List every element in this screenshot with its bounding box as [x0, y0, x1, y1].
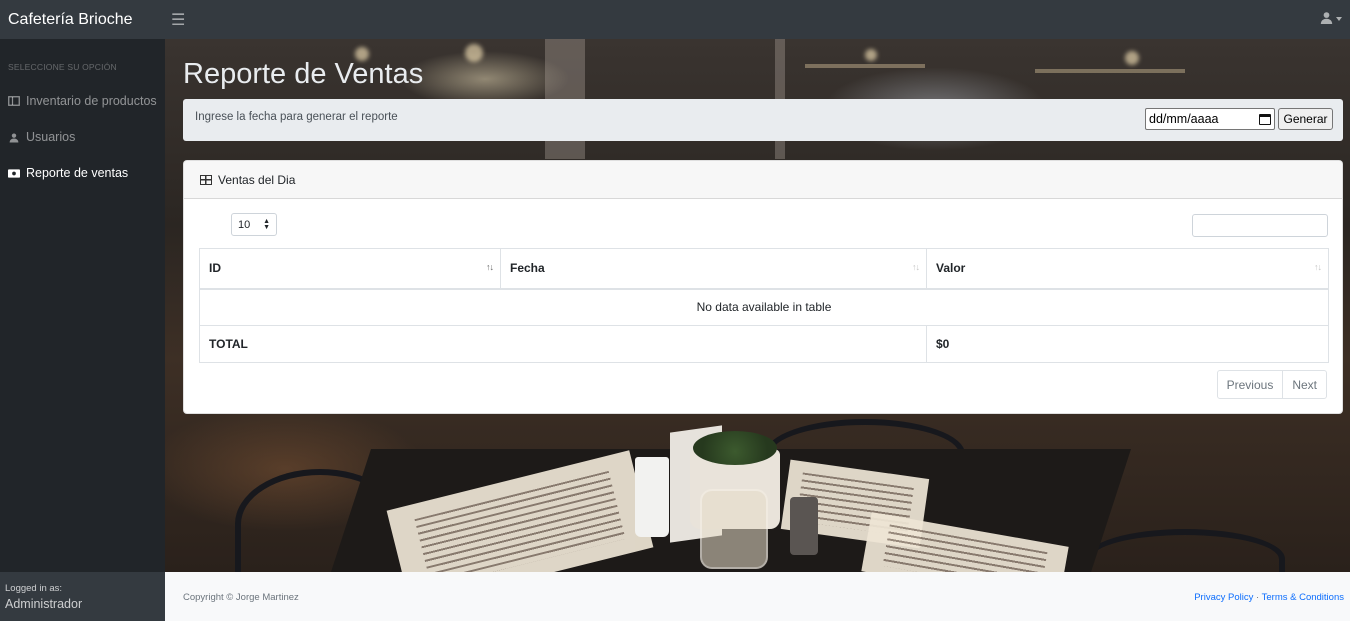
- table-header-row: ID ↑↓ Fecha ↑↓ Valor ↑↓: [199, 248, 1329, 290]
- user-menu-dropdown[interactable]: [1320, 11, 1342, 24]
- calendar-icon[interactable]: [1259, 113, 1271, 125]
- sidebar-item-inventario[interactable]: Inventario de productos: [8, 94, 157, 108]
- table-icon: [200, 174, 212, 185]
- sales-table: ID ↑↓ Fecha ↑↓ Valor ↑↓ No data availabl…: [199, 248, 1329, 363]
- page-length-value: 10: [238, 218, 251, 231]
- total-row: TOTAL $0: [199, 325, 1329, 363]
- brand-title[interactable]: Cafetería Brioche: [0, 11, 165, 29]
- table-row: No data available in table: [199, 288, 1329, 326]
- logged-in-label: Logged in as:: [5, 583, 63, 594]
- next-button[interactable]: Next: [1282, 371, 1326, 398]
- user-icon: [1320, 12, 1333, 24]
- footer-separator: ·: [1255, 592, 1260, 603]
- sidebar-heading: SELECCIONE SU OPCIÓN: [8, 62, 117, 72]
- logged-in-user: Administrador: [5, 597, 83, 611]
- sidebar-item-label: Reporte de ventas: [26, 166, 129, 180]
- column-header-valor[interactable]: Valor ↑↓: [926, 248, 1329, 290]
- page-length-select[interactable]: 10 ▲ ▼: [231, 213, 277, 236]
- date-hint-text: Ingrese la fecha para generar el reporte: [195, 111, 398, 123]
- sidebar-item-usuarios[interactable]: Usuarios: [8, 130, 75, 144]
- date-filter-bar: Ingrese la fecha para generar el reporte…: [183, 99, 1343, 141]
- page-title: Reporte de Ventas: [183, 58, 424, 90]
- top-navbar: Cafetería Brioche ☰: [0, 0, 1350, 39]
- search-input[interactable]: [1192, 214, 1328, 237]
- columns-icon: [8, 96, 20, 106]
- sort-icon: ↑↓: [486, 262, 494, 272]
- copyright-text: Copyright © Jorge Martinez: [183, 592, 299, 603]
- terms-link[interactable]: Terms & Conditions: [1262, 592, 1344, 603]
- sidebar-item-label: Inventario de productos: [26, 94, 157, 108]
- empty-table-message: No data available in table: [199, 288, 1329, 326]
- total-label: TOTAL: [199, 325, 927, 363]
- card-header: Ventas del Dia: [184, 161, 1342, 199]
- column-header-fecha[interactable]: Fecha ↑↓: [500, 248, 927, 290]
- menu-toggle-icon[interactable]: ☰: [171, 10, 185, 30]
- page-footer: Copyright © Jorge Martinez Privacy Polic…: [165, 572, 1350, 621]
- select-arrows-icon: ▲ ▼: [263, 217, 270, 231]
- money-icon: [8, 168, 20, 178]
- generate-button[interactable]: Generar: [1278, 108, 1333, 130]
- sidebar: SELECCIONE SU OPCIÓN Inventario de produ…: [0, 39, 165, 621]
- footer-links: Privacy Policy · Terms & Conditions: [1194, 592, 1344, 603]
- sort-icon: ↑↓: [1314, 262, 1322, 272]
- sort-icon: ↑↓: [912, 262, 920, 272]
- sales-card: Ventas del Dia 10 ▲ ▼ ID ↑↓ Fecha ↑↓ Valo…: [183, 160, 1343, 414]
- privacy-policy-link[interactable]: Privacy Policy: [1194, 592, 1253, 603]
- total-value: $0: [926, 325, 1329, 363]
- chevron-down-icon: [1336, 16, 1342, 21]
- sidebar-item-reporte-ventas[interactable]: Reporte de ventas: [8, 166, 128, 180]
- sidebar-footer: Logged in as: Administrador: [0, 572, 165, 621]
- previous-button[interactable]: Previous: [1218, 371, 1283, 398]
- pagination: Previous Next: [1216, 370, 1327, 399]
- card-title: Ventas del Dia: [218, 172, 296, 187]
- date-input-value: dd/mm/aaaa: [1149, 112, 1219, 126]
- column-header-id[interactable]: ID ↑↓: [199, 248, 501, 290]
- sidebar-item-label: Usuarios: [26, 130, 76, 144]
- date-input[interactable]: dd/mm/aaaa: [1145, 108, 1275, 130]
- user-icon: [8, 132, 20, 143]
